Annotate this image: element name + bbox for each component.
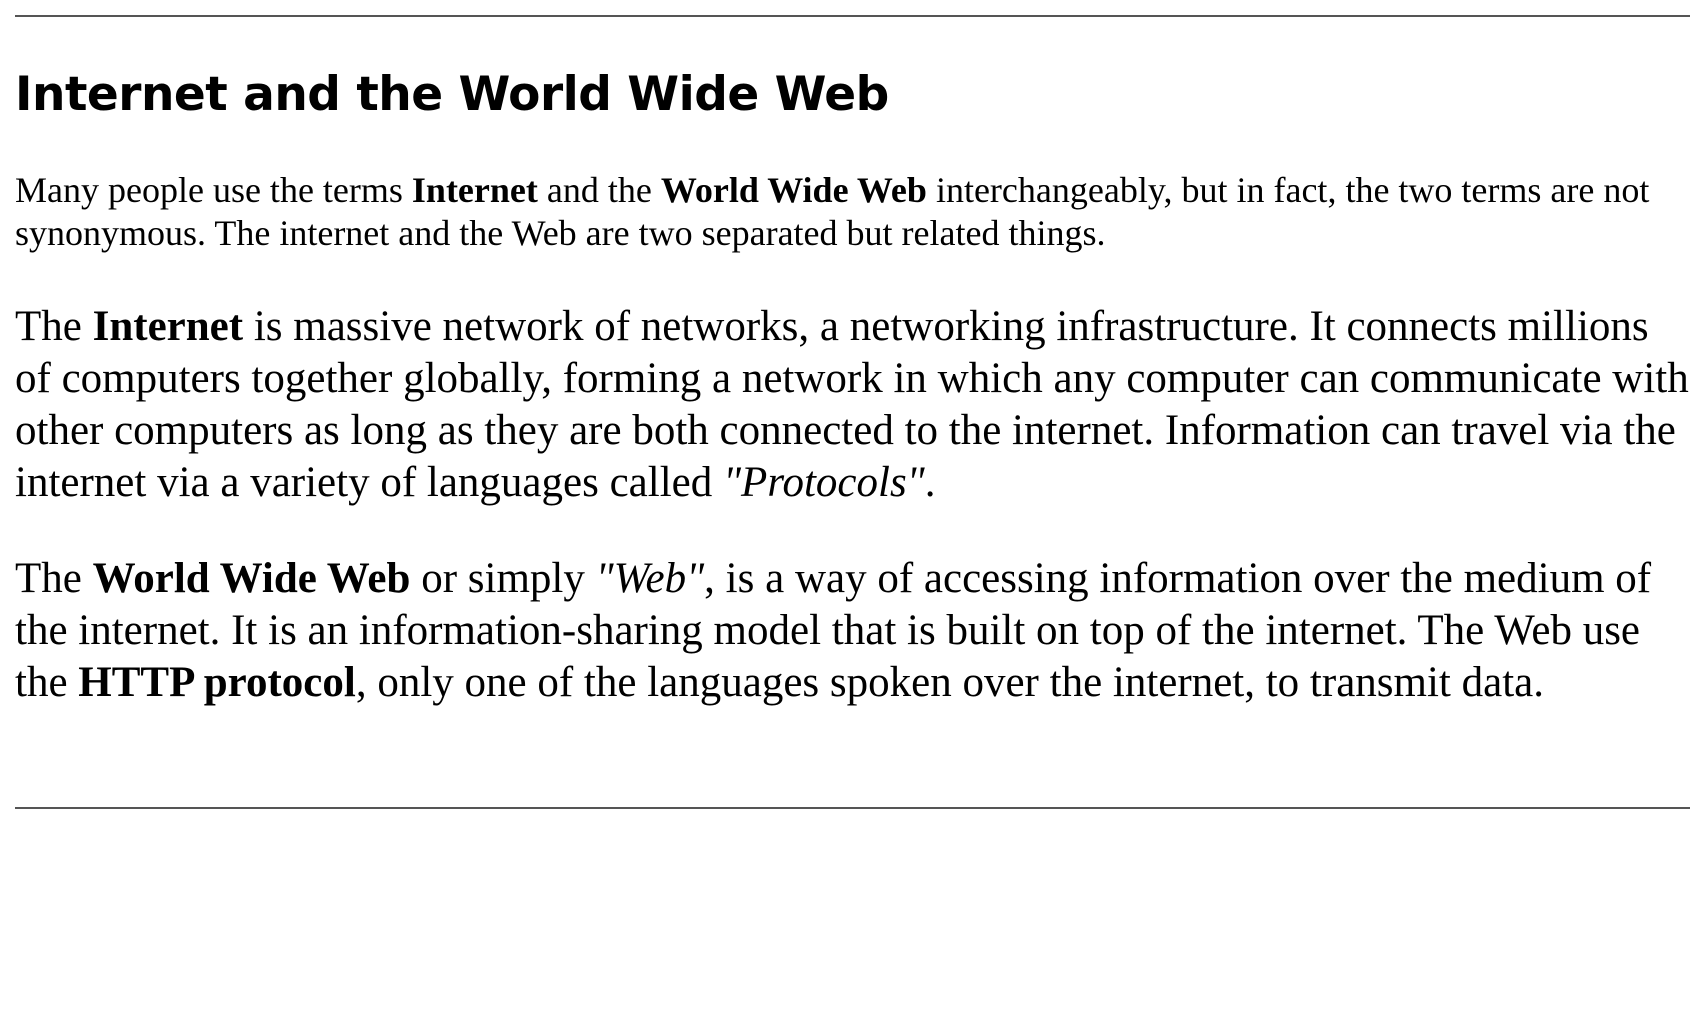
web-paragraph: The World Wide Web or simply "Web", is a… [15,553,1690,709]
intro-term-www: World Wide Web [660,170,927,210]
bottom-divider [15,807,1690,809]
page-title: Internet and the World Wide Web [15,67,889,122]
intro-text-1: Many people use the terms [15,170,412,210]
web-text-4: , only one of the languages spoken over … [355,659,1544,706]
internet-paragraph: The Internet is massive network of netwo… [15,301,1690,509]
intro-term-internet: Internet [411,170,538,210]
web-text-2: or simply [410,555,596,602]
internet-term: Internet [92,303,244,350]
intro-paragraph: Many people use the terms Internet and t… [15,169,1690,255]
internet-text-3: . [924,459,936,506]
web-term: "Web" [595,555,705,602]
internet-text-1: The [15,303,93,350]
intro-text-2: and the [537,170,661,210]
protocols-term: "Protocols" [723,459,925,506]
http-term: HTTP protocol [78,659,356,706]
web-text-1: The [15,555,93,602]
top-divider [15,15,1690,17]
www-term: World Wide Web [92,555,411,602]
